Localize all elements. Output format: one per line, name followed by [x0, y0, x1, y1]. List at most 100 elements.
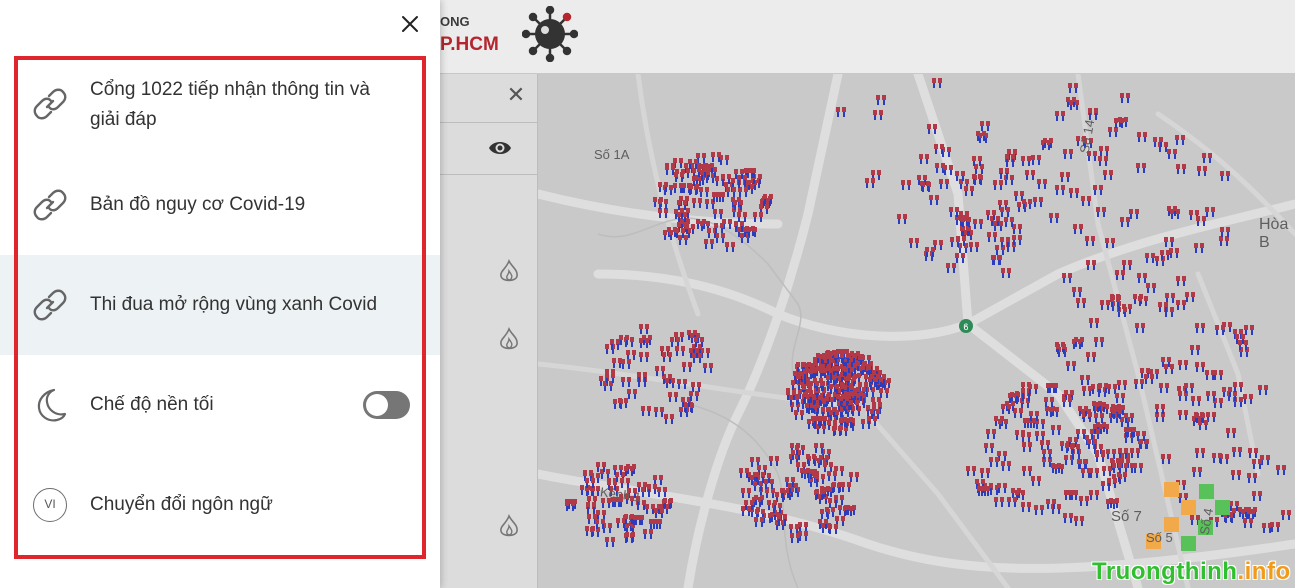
- case-marker[interactable]: [1063, 513, 1073, 523]
- case-marker[interactable]: [1085, 236, 1095, 246]
- case-marker[interactable]: [586, 502, 596, 512]
- case-marker[interactable]: [1074, 516, 1084, 526]
- case-marker[interactable]: [939, 179, 949, 189]
- case-marker[interactable]: [1093, 185, 1103, 195]
- case-marker[interactable]: [1185, 292, 1195, 302]
- case-marker[interactable]: [836, 107, 846, 117]
- case-marker[interactable]: [738, 187, 748, 197]
- case-marker[interactable]: [692, 198, 702, 208]
- case-marker[interactable]: [1176, 164, 1186, 174]
- case-marker[interactable]: [627, 389, 637, 399]
- case-marker[interactable]: [1136, 163, 1146, 173]
- case-marker[interactable]: [1122, 260, 1132, 270]
- case-marker[interactable]: [1060, 172, 1070, 182]
- close-icon[interactable]: [396, 10, 424, 38]
- case-marker[interactable]: [849, 472, 859, 482]
- case-marker[interactable]: [1195, 448, 1205, 458]
- case-marker[interactable]: [814, 443, 824, 453]
- case-marker[interactable]: [815, 474, 825, 484]
- case-marker[interactable]: [1158, 142, 1168, 152]
- case-marker[interactable]: [1073, 224, 1083, 234]
- case-marker[interactable]: [1103, 170, 1113, 180]
- case-marker[interactable]: [1080, 375, 1090, 385]
- case-marker[interactable]: [873, 110, 883, 120]
- case-marker[interactable]: [1021, 432, 1031, 442]
- case-marker[interactable]: [1069, 188, 1079, 198]
- case-marker[interactable]: [997, 483, 1007, 493]
- case-marker[interactable]: [1081, 196, 1091, 206]
- case-marker[interactable]: [1169, 248, 1179, 258]
- case-marker[interactable]: [641, 406, 651, 416]
- case-marker[interactable]: [1281, 510, 1291, 520]
- case-marker[interactable]: [711, 152, 721, 162]
- case-marker[interactable]: [1226, 428, 1236, 438]
- case-marker[interactable]: [1013, 408, 1023, 418]
- case-marker[interactable]: [1100, 300, 1110, 310]
- case-marker[interactable]: [1021, 502, 1031, 512]
- case-marker[interactable]: [741, 488, 751, 498]
- case-marker[interactable]: [605, 344, 615, 354]
- case-marker[interactable]: [621, 377, 631, 387]
- case-marker[interactable]: [1031, 155, 1041, 165]
- case-marker[interactable]: [1270, 522, 1280, 532]
- case-marker[interactable]: [1091, 384, 1101, 394]
- case-marker[interactable]: [1089, 318, 1099, 328]
- map-view[interactable]: ϐ Số 1A Số 14 Hòa B Kênh 1 Số 7 Số 5 Số …: [538, 74, 1295, 588]
- case-marker[interactable]: [1022, 466, 1032, 476]
- flame-icon[interactable]: [498, 327, 520, 353]
- case-marker[interactable]: [621, 359, 631, 369]
- case-marker[interactable]: [616, 518, 626, 528]
- case-marker[interactable]: [1089, 468, 1099, 478]
- case-marker[interactable]: [1055, 185, 1065, 195]
- case-marker[interactable]: [673, 183, 683, 193]
- dark-mode-toggle[interactable]: [363, 391, 410, 419]
- case-marker[interactable]: [1231, 470, 1241, 480]
- case-marker[interactable]: [1244, 325, 1254, 335]
- case-marker[interactable]: [639, 324, 649, 334]
- case-marker[interactable]: [655, 366, 665, 376]
- case-marker[interactable]: [1082, 386, 1092, 396]
- case-marker[interactable]: [612, 358, 622, 368]
- case-marker[interactable]: [1195, 323, 1205, 333]
- case-marker[interactable]: [1031, 476, 1041, 486]
- case-marker[interactable]: [865, 178, 875, 188]
- case-marker[interactable]: [704, 239, 714, 249]
- case-marker[interactable]: [995, 245, 1005, 255]
- case-marker[interactable]: [1022, 442, 1032, 452]
- case-marker[interactable]: [1202, 153, 1212, 163]
- case-marker[interactable]: [1232, 447, 1242, 457]
- case-marker[interactable]: [876, 95, 886, 105]
- case-marker[interactable]: [993, 180, 1003, 190]
- case-marker[interactable]: [1004, 175, 1014, 185]
- case-marker[interactable]: [1220, 171, 1230, 181]
- eye-icon[interactable]: [488, 136, 512, 160]
- case-marker[interactable]: [1205, 207, 1215, 217]
- case-marker[interactable]: [1137, 132, 1147, 142]
- case-marker[interactable]: [1106, 449, 1116, 459]
- case-marker[interactable]: [1051, 504, 1061, 514]
- case-marker[interactable]: [1049, 213, 1059, 223]
- case-marker[interactable]: [668, 392, 678, 402]
- case-marker[interactable]: [989, 457, 999, 467]
- case-marker[interactable]: [949, 207, 959, 217]
- case-marker[interactable]: [841, 482, 851, 492]
- case-marker[interactable]: [909, 238, 919, 248]
- case-marker[interactable]: [1176, 276, 1186, 286]
- case-marker[interactable]: [984, 443, 994, 453]
- case-marker[interactable]: [1220, 227, 1230, 237]
- case-marker[interactable]: [682, 362, 692, 372]
- flame-icon[interactable]: [498, 514, 520, 540]
- case-marker[interactable]: [1088, 108, 1098, 118]
- case-marker[interactable]: [929, 195, 939, 205]
- case-marker[interactable]: [980, 121, 990, 131]
- case-marker[interactable]: [827, 471, 837, 481]
- case-marker[interactable]: [1099, 146, 1109, 156]
- case-marker[interactable]: [834, 495, 844, 505]
- case-marker[interactable]: [1212, 453, 1222, 463]
- case-marker[interactable]: [1072, 287, 1082, 297]
- case-marker[interactable]: [626, 350, 636, 360]
- case-marker[interactable]: [639, 352, 649, 362]
- case-marker[interactable]: [1227, 391, 1237, 401]
- case-marker[interactable]: [969, 242, 979, 252]
- case-marker[interactable]: [1063, 149, 1073, 159]
